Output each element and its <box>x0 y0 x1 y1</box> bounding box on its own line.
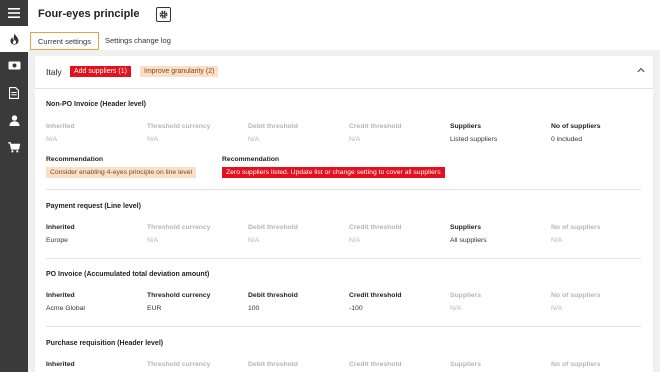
column-header-inherited: Inherited <box>46 292 75 299</box>
recommendation-label: Recommendation <box>46 156 104 163</box>
app-sidebar <box>0 0 28 372</box>
country-name: Italy <box>46 67 62 77</box>
sidebar-item-purchasing[interactable] <box>0 134 28 160</box>
value-debit-threshold: N/A <box>248 136 260 143</box>
section-title: PO Invoice (Accumulated total deviation … <box>46 271 210 278</box>
sidebar-item-documents[interactable] <box>0 80 28 106</box>
value-credit-threshold: N/A <box>349 136 361 143</box>
section-divider <box>46 189 641 190</box>
sidebar-item-four-eyes[interactable] <box>0 26 28 52</box>
value-suppliers: All suppliers <box>450 237 487 244</box>
improve-granularity-badge: Improve granularity (2) <box>140 66 219 77</box>
column-header-debit-threshold: Debit threshold <box>248 292 298 299</box>
column-header-inherited: Inherited <box>46 224 75 231</box>
main-content: Italy Add suppliers (1) Improve granular… <box>28 50 660 372</box>
column-header-credit-threshold: Credit threshold <box>349 123 402 130</box>
user-icon <box>9 114 19 126</box>
recommendation-zero-suppliers: Zero suppliers listed. Update list or ch… <box>222 167 445 178</box>
money-icon <box>8 61 20 69</box>
recommendation-label: Recommendation <box>222 156 280 163</box>
menu-icon <box>8 8 20 18</box>
page-title: Four-eyes principle <box>38 8 140 20</box>
country-card: Italy Add suppliers (1) Improve granular… <box>35 56 653 372</box>
column-header-threshold-currency: Threshold currency <box>147 292 211 299</box>
section-divider <box>46 326 641 327</box>
column-header-threshold-currency: Threshold currency <box>147 361 211 368</box>
column-header-no-of-suppliers: No of suppliers <box>551 123 601 130</box>
value-threshold-currency: N/A <box>147 237 159 244</box>
section-title: Purchase requisition (Header level) <box>46 340 164 347</box>
column-header-suppliers: Suppliers <box>450 224 481 231</box>
value-inherited: Acme Global <box>46 305 85 312</box>
value-threshold-currency: EUR <box>147 305 162 312</box>
settings-button[interactable] <box>156 7 171 22</box>
cart-icon <box>8 141 20 152</box>
value-no-of-suppliers: N/A <box>551 305 563 312</box>
column-header-credit-threshold: Credit threshold <box>349 292 402 299</box>
column-header-debit-threshold: Debit threshold <box>248 224 298 231</box>
value-suppliers: N/A <box>450 305 462 312</box>
add-suppliers-badge: Add suppliers (1) <box>70 66 131 77</box>
value-no-of-suppliers: 0 included <box>551 136 582 143</box>
value-inherited: Europe <box>46 237 68 244</box>
value-debit-threshold: N/A <box>248 237 260 244</box>
value-suppliers: Listed suppliers <box>450 136 498 143</box>
column-header-debit-threshold: Debit threshold <box>248 361 298 368</box>
recommendation-line-level: Consider enabling 4-eyes principle on li… <box>46 167 197 178</box>
value-threshold-currency: N/A <box>147 136 159 143</box>
column-header-suppliers: Suppliers <box>450 123 481 130</box>
column-header-suppliers: Suppliers <box>450 361 481 368</box>
tab-current-settings[interactable]: Current settings <box>30 32 99 50</box>
column-header-suppliers: Suppliers <box>450 292 481 299</box>
column-header-no-of-suppliers: No of suppliers <box>551 292 601 299</box>
column-header-threshold-currency: Threshold currency <box>147 123 211 130</box>
sidebar-item-users[interactable] <box>0 107 28 133</box>
value-credit-threshold: -100 <box>349 305 363 312</box>
column-header-credit-threshold: Credit threshold <box>349 361 402 368</box>
value-debit-threshold: 100 <box>248 305 260 312</box>
section-title: Non-PO Invoice (Header level) <box>46 101 146 108</box>
gear-icon <box>159 10 168 19</box>
value-no-of-suppliers: N/A <box>551 237 563 244</box>
card-header[interactable]: Italy Add suppliers (1) Improve granular… <box>35 56 653 89</box>
column-header-threshold-currency: Threshold currency <box>147 224 211 231</box>
value-inherited: N/A <box>46 136 58 143</box>
column-header-inherited: Inherited <box>46 361 75 368</box>
section-title: Payment request (Line level) <box>46 203 141 210</box>
sidebar-item-payments[interactable] <box>0 52 28 78</box>
column-header-no-of-suppliers: No of suppliers <box>551 361 601 368</box>
chevron-up-icon[interactable] <box>637 67 645 73</box>
flame-icon <box>10 33 18 45</box>
tab-settings-change-log[interactable]: Settings change log <box>98 32 178 50</box>
column-header-credit-threshold: Credit threshold <box>349 224 402 231</box>
value-credit-threshold: N/A <box>349 237 361 244</box>
column-header-inherited: Inherited <box>46 123 75 130</box>
menu-button[interactable] <box>0 0 28 26</box>
column-header-no-of-suppliers: No of suppliers <box>551 224 601 231</box>
section-divider <box>46 258 641 259</box>
column-header-debit-threshold: Debit threshold <box>248 123 298 130</box>
document-icon <box>9 87 19 99</box>
